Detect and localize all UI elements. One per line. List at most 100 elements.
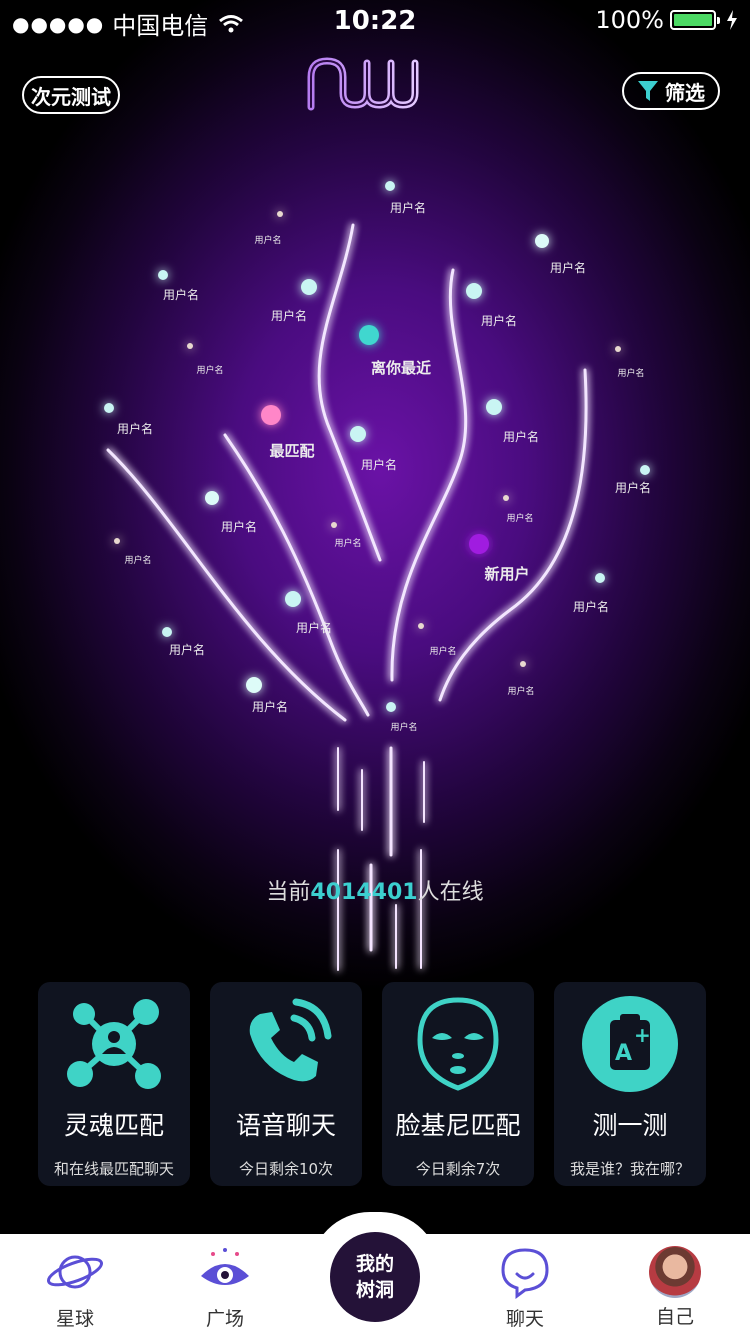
quiz-card[interactable]: A + 测一测 我是谁？我在哪？ [554,982,706,1186]
tab-label: 聊天 [505,1308,544,1330]
user-label[interactable]: 用户名 [507,684,534,697]
tab-label: 广场 [205,1308,244,1330]
best-match-label[interactable]: 最匹配 [269,440,314,461]
card-subtitle: 今日剩余7次 [415,1160,501,1178]
test-clipboard-icon: A + [582,996,678,1092]
user-dot [615,346,621,352]
user-dot [301,279,317,295]
user-dot [535,234,549,248]
user-label[interactable]: 用户名 [361,456,397,473]
filter-button[interactable]: 筛选 [622,72,720,110]
voice-chat-card[interactable]: 语音聊天 今日剩余10次 [210,982,362,1186]
soul-match-card[interactable]: 灵魂匹配 和在线最匹配聊天 [38,982,190,1186]
tab-square[interactable]: 广场 [150,1234,300,1334]
user-label[interactable]: 用户名 [615,479,651,496]
user-dot [205,491,219,505]
chat-bubble-icon [501,1248,549,1299]
user-dot [158,270,168,280]
battery-icon [670,10,720,30]
user-label[interactable]: 用户名 [503,428,539,445]
user-label[interactable]: 用户名 [124,553,151,566]
user-dot [285,591,301,607]
center-label-line1: 我的 [355,1253,394,1275]
filter-icon [638,81,658,101]
svg-text:+: + [634,1023,651,1047]
user-label[interactable]: 用户名 [296,619,332,636]
card-title: 测一测 [592,1111,668,1140]
my-treehole-button[interactable]: 我的 树洞 [330,1232,420,1322]
user-label[interactable]: 用户名 [169,641,205,658]
online-prefix: 当前 [266,880,311,905]
planet-icon [47,1255,103,1289]
user-dot [640,465,650,475]
user-label[interactable]: 用户名 [506,511,533,524]
card-title: 语音聊天 [235,1111,336,1140]
nearest-label[interactable]: 离你最近 [371,357,431,378]
new-user-label[interactable]: 新用户 [484,563,529,584]
user-label[interactable]: 用户名 [196,363,223,376]
user-dot [359,325,379,345]
dimension-test-button[interactable]: 次元测试 [22,76,120,114]
tab-label: 星球 [55,1308,94,1330]
avatar [649,1246,701,1298]
user-label[interactable]: 用户名 [617,366,644,379]
user-label[interactable]: 用户名 [390,199,426,216]
user-dot [114,538,120,544]
user-tree: 用户名 用户名 用户名 用户名 用户名 用户名 离你最近 用户名 用户名 用户名… [0,160,750,990]
user-label[interactable]: 用户名 [163,286,199,303]
user-label[interactable]: 用户名 [481,312,517,329]
svg-text:A: A [615,1041,632,1066]
user-label[interactable]: 用户名 [221,518,257,535]
user-dot [385,181,395,191]
center-label-line2: 树洞 [355,1279,394,1301]
user-dot [277,211,283,217]
user-dot [187,343,193,349]
user-dot [418,623,424,629]
card-subtitle: 我是谁？我在哪？ [569,1160,690,1178]
tab-label: 自己 [655,1306,694,1328]
card-title: 灵魂匹配 [63,1111,164,1140]
user-dot [350,426,366,442]
tab-chat[interactable]: 聊天 [450,1234,600,1334]
user-dot [162,627,172,637]
user-label[interactable]: 用户名 [252,698,288,715]
network-user-icon [67,999,161,1089]
user-label[interactable]: 用户名 [271,307,307,324]
card-subtitle: 今日剩余10次 [238,1160,334,1178]
mask-face-icon [417,997,499,1091]
user-label[interactable]: 用户名 [117,420,153,437]
charging-icon [727,10,737,30]
user-label[interactable]: 用户名 [550,259,586,276]
battery-percent: 100% [595,6,664,34]
user-label[interactable]: 用户名 [390,720,417,733]
user-label[interactable]: 用户名 [573,598,609,615]
user-dot [386,702,396,712]
user-label[interactable]: 用户名 [254,233,281,246]
tab-self[interactable]: 自己 [600,1234,750,1334]
user-dot [261,405,281,425]
tab-planet[interactable]: 星球 [0,1234,150,1334]
filter-label: 筛选 [665,80,705,105]
user-dot [486,399,502,415]
feature-cards: 灵魂匹配 和在线最匹配聊天 语音聊天 今日剩余10次 脸基尼匹配 今日剩余7次 … [38,982,712,1188]
online-count: 当前4014401人在线 [0,874,750,906]
eye-icon [201,1248,249,1285]
user-dot [595,573,605,583]
status-bar: ●●●●● 中国电信 10:22 100% [0,0,750,42]
user-label[interactable]: 用户名 [429,644,456,657]
online-suffix: 人在线 [417,880,484,905]
tree-branches [104,181,650,971]
phone-call-icon [249,998,332,1082]
user-dot [246,677,262,693]
card-subtitle: 和在线最匹配聊天 [53,1160,174,1178]
user-dot [503,495,509,501]
card-title: 脸基尼匹配 [395,1111,521,1140]
user-dot [466,283,482,299]
user-label[interactable]: 用户名 [334,536,361,549]
user-dot [104,403,114,413]
user-dot [331,522,337,528]
user-dot [469,534,489,554]
face-match-card[interactable]: 脸基尼匹配 今日剩余7次 [382,982,534,1186]
user-dot [520,661,526,667]
app-logo [307,57,419,111]
